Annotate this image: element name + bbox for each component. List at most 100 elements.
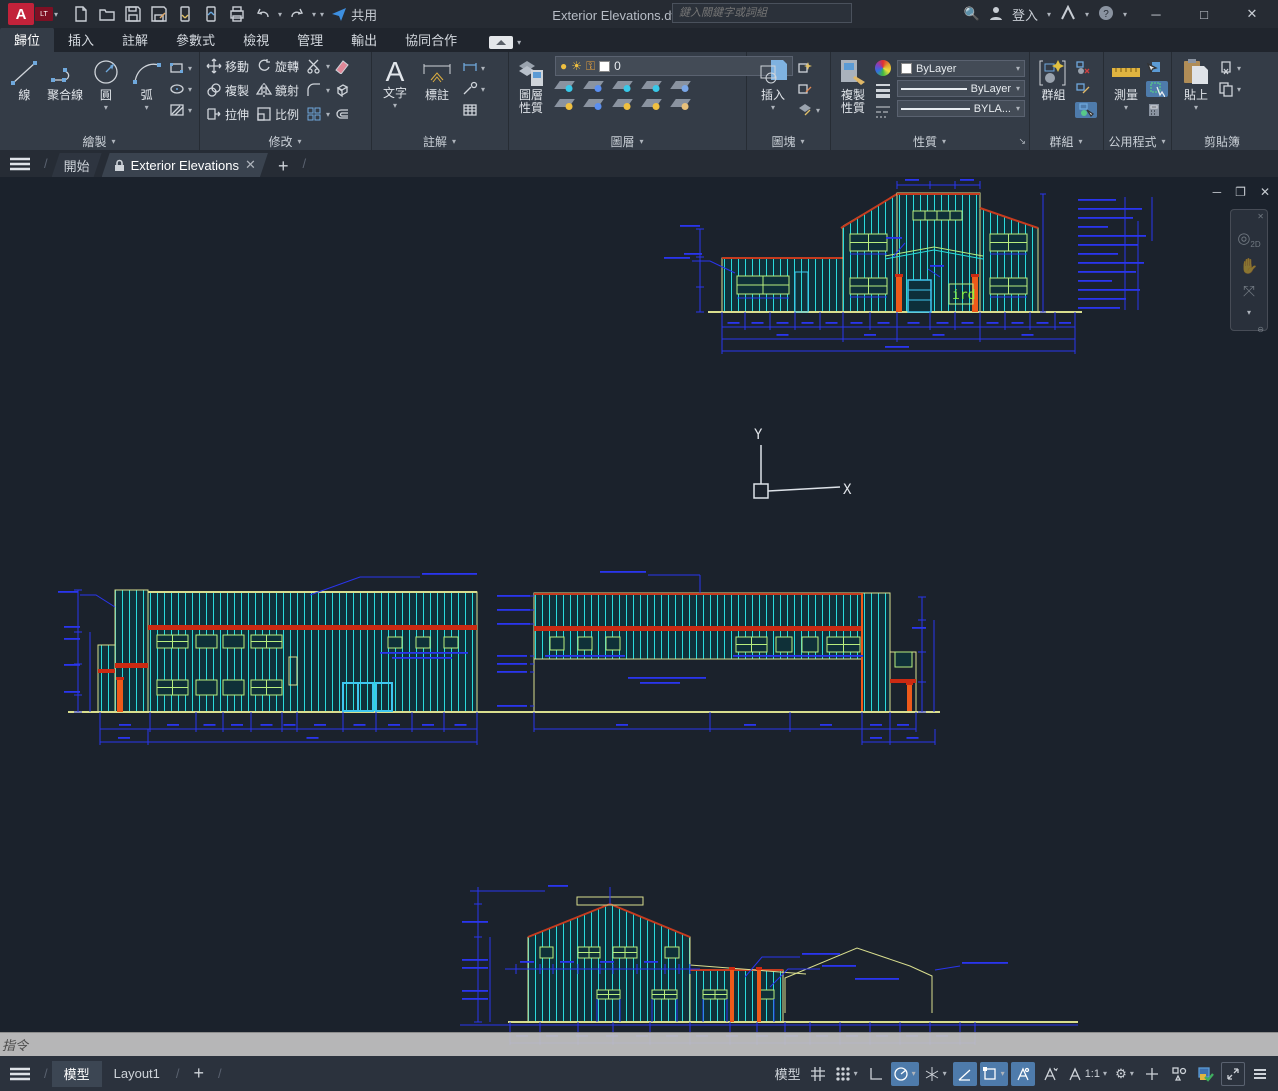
rotate-icon[interactable] — [256, 58, 272, 74]
insert-caret-icon[interactable]: ▾ — [770, 103, 776, 112]
navbar-caret-icon[interactable]: ▾ — [1246, 308, 1252, 317]
fillet-caret-icon[interactable]: ▾ — [325, 86, 331, 95]
document-tab[interactable]: Exterior Elevations ✕ — [102, 153, 268, 177]
group-edit-button[interactable] — [1075, 81, 1097, 97]
signin-caret-icon[interactable]: ▾ — [1046, 10, 1052, 19]
create-block-button[interactable] — [797, 60, 821, 76]
copy-clip-caret-icon[interactable]: ▾ — [1236, 85, 1242, 94]
pan-icon[interactable]: ✋ — [1240, 257, 1259, 275]
scale-icon[interactable] — [256, 106, 272, 122]
tab-manage[interactable]: 管理 — [283, 27, 337, 52]
customization-menu-button[interactable] — [1248, 1062, 1272, 1086]
layer-match-button[interactable] — [670, 99, 691, 107]
save-button[interactable] — [121, 3, 145, 25]
layout1-tab[interactable]: Layout1 — [102, 1061, 172, 1087]
linear-dim-caret-icon[interactable]: ▾ — [480, 64, 486, 73]
redo-caret-icon[interactable]: ▾ — [311, 10, 317, 19]
share-button[interactable]: 共用 — [331, 5, 377, 24]
paste-caret-icon[interactable]: ▾ — [1193, 103, 1199, 112]
panel-label-block[interactable]: 圖塊▾ — [747, 132, 830, 150]
doc-minimize-icon[interactable]: ─ — [1213, 185, 1222, 199]
close-document-icon[interactable]: ✕ — [245, 157, 256, 173]
line-button[interactable]: 線 — [6, 56, 43, 102]
quick-calc-button[interactable] — [1146, 102, 1168, 118]
erase-icon[interactable] — [334, 58, 350, 74]
workspace-gear-button[interactable]: ⚙▾ — [1113, 1062, 1137, 1086]
cut-button[interactable]: ▾ — [1218, 60, 1242, 76]
app-caret-icon[interactable]: ▾ — [1084, 10, 1090, 19]
measure-button[interactable]: 測量 ▾ — [1110, 56, 1142, 112]
graphics-performance-button[interactable] — [1194, 1062, 1218, 1086]
minimize-button[interactable]: ─ — [1136, 7, 1176, 22]
edit-attributes-button[interactable]: ▾ — [797, 102, 821, 118]
array-icon[interactable] — [306, 106, 322, 122]
tab-parametric[interactable]: 參數式 — [162, 27, 229, 52]
tab-view[interactable]: 檢視 — [229, 27, 283, 52]
object-snap-toggle[interactable]: ▾ — [980, 1062, 1008, 1086]
model-tab[interactable]: 模型 — [52, 1061, 102, 1087]
ellipse-button[interactable]: ▾ — [169, 81, 193, 97]
autodesk-app-icon[interactable] — [1060, 5, 1076, 24]
panel-label-utilities[interactable]: 公用程式▾ — [1104, 132, 1171, 150]
layer-properties-button[interactable]: 圖層性質 — [515, 56, 547, 115]
linear-dimension-button[interactable]: ▾ — [462, 60, 486, 76]
close-button[interactable]: ✕ — [1232, 6, 1272, 22]
polyline-button[interactable]: 聚合線 — [47, 56, 84, 102]
snap-toggle[interactable]: ▾ — [833, 1062, 861, 1086]
new-layout-icon[interactable]: + — [184, 1063, 215, 1084]
stretch-icon[interactable] — [206, 106, 222, 122]
qat-overflow-icon[interactable]: ▾ — [319, 10, 325, 19]
search-icon[interactable]: 🔍 — [964, 6, 980, 22]
lineweight-dropdown[interactable]: ByLayer▾ — [897, 80, 1025, 97]
snap-caret-icon[interactable]: ▾ — [853, 1069, 859, 1078]
save-as-button[interactable] — [147, 3, 171, 25]
circle-caret-icon[interactable]: ▾ — [103, 103, 109, 112]
panel-label-properties[interactable]: 性質▾ — [831, 132, 1029, 150]
stretch-button[interactable]: 拉伸 — [225, 106, 253, 123]
copy-button[interactable]: 複製 — [225, 82, 253, 99]
edit-block-button[interactable] — [797, 81, 821, 97]
dimension-button[interactable]: 標註 — [416, 56, 458, 102]
panel-label-clipboard[interactable]: 剪貼簿 — [1172, 132, 1272, 150]
rotate-button[interactable]: 旋轉 — [275, 58, 303, 75]
grid-toggle[interactable] — [806, 1062, 830, 1086]
annoscale-caret-icon[interactable]: ▾ — [1102, 1069, 1108, 1078]
id-point-button[interactable] — [1146, 81, 1168, 97]
osnap-caret-icon[interactable]: ▾ — [1000, 1069, 1006, 1078]
layer-lock-icon[interactable]: ⚿ — [586, 59, 595, 74]
object-color-dropdown[interactable]: ByLayer▾ — [897, 60, 1025, 77]
steering-wheel-icon[interactable]: ◎2D — [1237, 229, 1260, 249]
new-document-icon[interactable]: + — [268, 156, 299, 177]
layer-thaw-icon[interactable]: ☀ — [571, 59, 582, 73]
undo-button[interactable] — [251, 3, 275, 25]
move-icon[interactable] — [206, 58, 222, 74]
mirror-button[interactable]: 鏡射 — [275, 82, 303, 99]
panel-label-annotate[interactable]: 註解▾ — [372, 132, 508, 150]
annotation-scale-button[interactable]: 1:1▾ — [1065, 1062, 1110, 1086]
tab-annotate[interactable]: 註解 — [108, 27, 162, 52]
selection-filtering-button[interactable] — [1167, 1062, 1191, 1086]
trim-icon[interactable] — [306, 58, 322, 74]
panel-label-modify[interactable]: 修改▾ — [200, 132, 371, 150]
layer-thaw-all-button[interactable] — [612, 99, 633, 107]
tab-output[interactable]: 輸出 — [337, 27, 391, 52]
layer-off-button[interactable] — [554, 81, 575, 89]
undo-caret-icon[interactable]: ▾ — [277, 10, 283, 19]
table-button[interactable] — [462, 102, 486, 118]
offset-icon[interactable] — [334, 106, 350, 122]
layout-menu-icon[interactable] — [0, 1060, 40, 1087]
maximize-button[interactable]: □ — [1184, 7, 1224, 22]
cut-caret-icon[interactable]: ▾ — [1236, 64, 1242, 73]
navbar-close-icon[interactable]: ✕ — [1257, 212, 1267, 221]
arc-caret-icon[interactable]: ▾ — [144, 103, 150, 112]
leader-caret-icon[interactable]: ▾ — [480, 85, 486, 94]
copy-icon[interactable] — [206, 82, 222, 98]
circle-button[interactable]: 圓 ▾ — [88, 56, 125, 112]
doc-close-icon[interactable]: ✕ — [1260, 185, 1270, 199]
fillet-icon[interactable] — [306, 82, 322, 98]
file-menu-icon[interactable] — [0, 150, 40, 177]
logo-caret-icon[interactable]: ▾ — [53, 10, 59, 19]
open-from-mobile-button[interactable] — [173, 3, 197, 25]
quick-select-button[interactable] — [1146, 60, 1168, 76]
hatch-button[interactable]: ▾ — [169, 102, 193, 118]
